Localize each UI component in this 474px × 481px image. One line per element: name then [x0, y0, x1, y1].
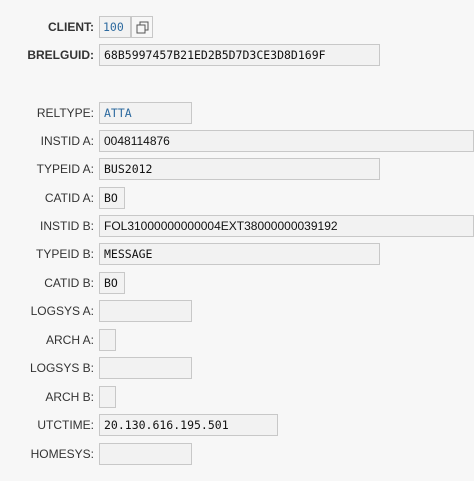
copy-icon	[136, 21, 149, 34]
utctime-field[interactable]: 20.130.616.195.501	[99, 414, 278, 436]
client-label: CLIENT:	[48, 20, 94, 34]
copy-button[interactable]	[131, 16, 153, 38]
utctime-label: UTCTIME:	[37, 418, 94, 432]
instid-a-label: INSTID A:	[40, 134, 94, 148]
logsys-b-field[interactable]	[99, 357, 192, 379]
homesys-field[interactable]	[99, 443, 192, 465]
reltype-field[interactable]: ATTA	[99, 102, 192, 124]
homesys-label: HOMESYS:	[30, 447, 94, 461]
logsys-b-label: LOGSYS B:	[29, 361, 94, 375]
instid-b-field[interactable]: FOL31000000000004EXT38000000039192	[99, 215, 474, 237]
catid-a-field[interactable]: BO	[99, 187, 125, 209]
catid-b-label: CATID B:	[44, 276, 94, 290]
arch-a-label: ARCH A:	[45, 333, 94, 347]
arch-b-label: ARCH B:	[45, 390, 94, 404]
arch-b-field[interactable]	[99, 386, 116, 408]
instid-a-field[interactable]: 0048114876	[99, 130, 474, 152]
reltype-label: RELTYPE:	[36, 106, 94, 120]
logsys-a-field[interactable]	[99, 300, 192, 322]
typeid-a-label: TYPEID A:	[36, 162, 94, 176]
logsys-a-label: LOGSYS A:	[30, 304, 94, 318]
arch-a-field[interactable]	[99, 329, 116, 351]
typeid-a-field[interactable]: BUS2012	[99, 158, 380, 180]
instid-b-label: INSTID B:	[39, 219, 94, 233]
catid-a-label: CATID A:	[44, 191, 94, 205]
brelguid-label: BRELGUID:	[27, 48, 94, 62]
catid-b-field[interactable]: BO	[99, 272, 125, 294]
typeid-b-label: TYPEID B:	[35, 247, 94, 261]
brelguid-field[interactable]: 68B5997457B21ED2B5D7D3CE3D8D169F	[99, 44, 380, 66]
client-field[interactable]: 100	[99, 16, 131, 38]
typeid-b-field[interactable]: MESSAGE	[99, 243, 380, 265]
